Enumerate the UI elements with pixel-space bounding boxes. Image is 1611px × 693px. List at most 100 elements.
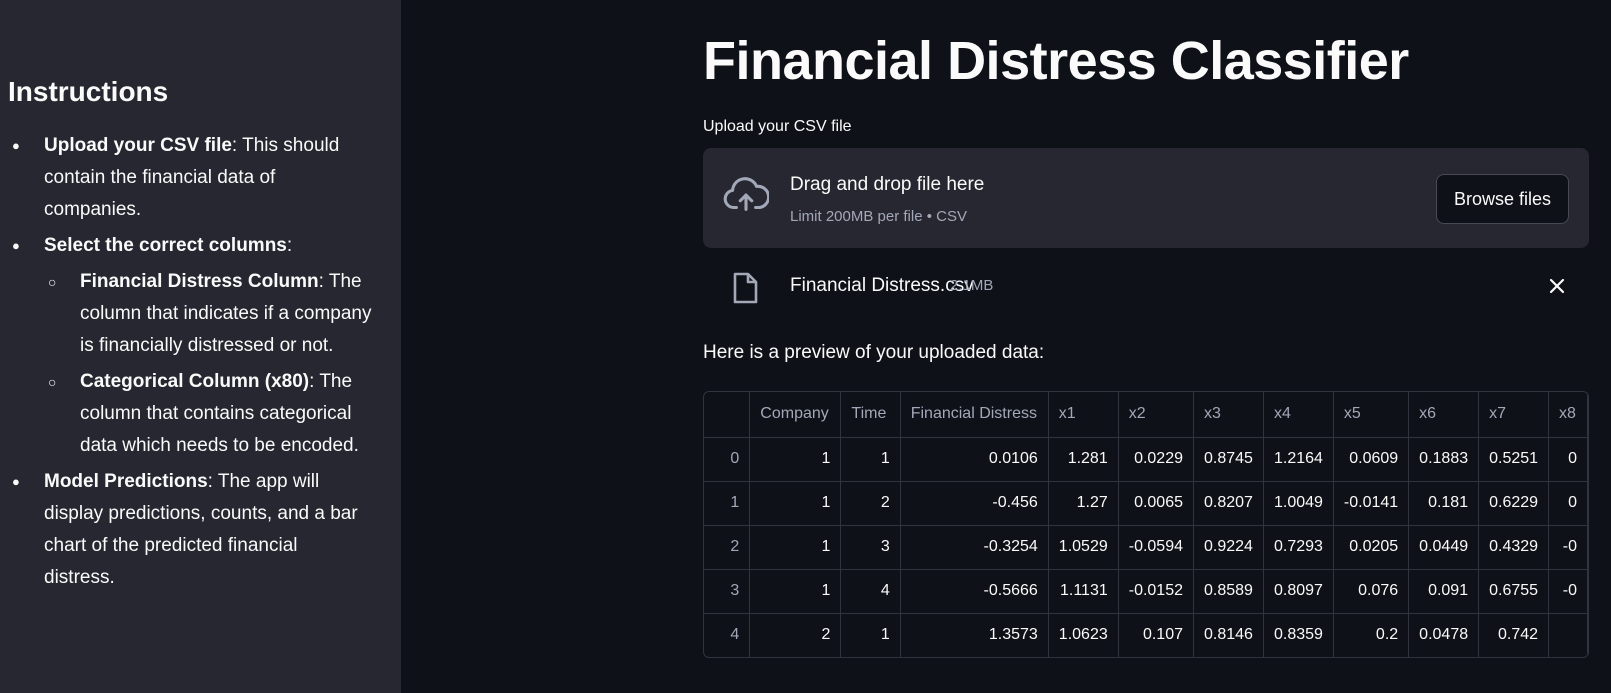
upload-label: Upload your CSV file (703, 118, 852, 135)
file-name: Financial Distress.csv (790, 275, 974, 296)
table-header-cell[interactable]: x1 (1048, 392, 1119, 438)
table-cell[interactable]: 1 (749, 569, 842, 614)
table-cell[interactable]: 0 (1548, 481, 1588, 526)
row-index-cell[interactable]: 3 (704, 569, 751, 614)
table-cell[interactable]: 1.0529 (1048, 525, 1119, 570)
table-cell[interactable]: 2 (749, 613, 842, 657)
table-cell[interactable]: -0 (1548, 569, 1588, 614)
table-cell[interactable]: 1 (840, 613, 901, 657)
data-preview-table[interactable]: Company Time Financial Distress x1 x2 x3 x4 x5 x… (703, 391, 1589, 658)
table-cell[interactable]: 0 (1548, 437, 1588, 482)
table-cell[interactable]: 0.0449 (1408, 525, 1480, 570)
list-item-bold: Select the correct columns (44, 235, 287, 256)
table-header-cell[interactable]: Time (840, 392, 901, 438)
table-header-cell[interactable]: x7 (1478, 392, 1550, 438)
table-cell[interactable]: -0.5666 (900, 569, 1049, 614)
sub-list: Financial Distress Column: The column th… (44, 266, 373, 462)
browse-files-button[interactable]: Browse files (1436, 174, 1569, 224)
table-cell[interactable]: 0.8589 (1193, 569, 1264, 614)
table-header-cell[interactable]: x4 (1263, 392, 1334, 438)
table-cell[interactable]: 0.0229 (1118, 437, 1195, 482)
table-cell[interactable]: 4 (840, 569, 901, 614)
table-cell[interactable]: -0.0594 (1118, 525, 1195, 570)
table-cell[interactable]: 0.4329 (1478, 525, 1550, 570)
table-cell[interactable]: 0.1883 (1408, 437, 1480, 482)
cloud-upload-icon (723, 177, 769, 211)
list-item: Model Predictions: The app will display … (8, 466, 373, 594)
table-cell[interactable]: 3 (840, 525, 901, 570)
table-row: 4 2 1 1.3573 1.0623 0.107 0.8146 0.8359 0.2 0.047… (704, 613, 1588, 657)
table-header-cell[interactable]: Financial Distress (900, 392, 1049, 438)
table-row: 2 1 3 -0.3254 1.0529 -0.0594 0.9224 0.7293 0.020… (704, 525, 1588, 570)
table-header-cell[interactable]: x5 (1333, 392, 1410, 438)
table-cell[interactable]: 0.0106 (900, 437, 1049, 482)
table-cell[interactable]: 0.7293 (1263, 525, 1334, 570)
table-cell[interactable]: 2 (840, 481, 901, 526)
dropzone-text: Drag and drop file here (790, 174, 985, 195)
table-cell[interactable]: 1.0049 (1263, 481, 1334, 526)
table-cell[interactable]: 0.8745 (1193, 437, 1264, 482)
table-cell[interactable]: 1.27 (1048, 481, 1119, 526)
table-cell[interactable]: 0.107 (1118, 613, 1195, 657)
sub-list-item: Categorical Column (x80): The column tha… (44, 366, 373, 462)
sub-item-bold: Financial Distress Column (80, 271, 319, 292)
table-cell[interactable]: 1.0623 (1048, 613, 1119, 657)
table-header-cell[interactable]: x8 (1548, 392, 1588, 438)
table-cell[interactable]: 0.8146 (1193, 613, 1264, 657)
file-dropzone[interactable]: Drag and drop file here Limit 200MB per … (703, 148, 1589, 248)
table-cell[interactable]: -0.3254 (900, 525, 1049, 570)
table-cell[interactable]: -0.456 (900, 481, 1049, 526)
uploaded-file: Financial Distress.csv 2.1MB (703, 268, 1589, 304)
sidebar-title: Instructions (8, 76, 169, 107)
file-icon (733, 272, 758, 304)
table-cell[interactable]: 0.8359 (1263, 613, 1334, 657)
table-cell[interactable]: 0.0478 (1408, 613, 1480, 657)
list-item-text: : (286, 235, 293, 256)
instructions-list: Upload your CSV file: This should contai… (8, 130, 401, 594)
list-item-bold: Model Predictions (44, 471, 208, 492)
table-header-cell[interactable]: x3 (1193, 392, 1264, 438)
table-cell[interactable]: 0.5251 (1478, 437, 1550, 482)
table-cell[interactable]: 1 (840, 437, 901, 482)
table-cell[interactable] (1548, 613, 1588, 657)
table-cell[interactable]: 0.0205 (1333, 525, 1410, 570)
table-cell[interactable]: 1 (749, 481, 842, 526)
sidebar: Instructions Upload your CSV file: This … (0, 0, 401, 693)
table-cell[interactable]: 0.0609 (1333, 437, 1410, 482)
preview-label: Here is a preview of your uploaded data: (703, 342, 1045, 363)
table-cell[interactable]: -0 (1548, 525, 1588, 570)
table-row: 0 1 1 0.0106 1.281 0.0229 0.8745 1.2164 0.0609 0.… (704, 437, 1588, 482)
table-cell[interactable]: 0.0065 (1118, 481, 1195, 526)
row-index-cell[interactable]: 1 (704, 481, 751, 526)
table-header-cell[interactable]: Company (749, 392, 842, 438)
row-index-cell[interactable]: 0 (704, 437, 751, 482)
table-cell[interactable]: 1.2164 (1263, 437, 1334, 482)
table-cell[interactable]: 1 (749, 525, 842, 570)
close-icon[interactable] (1547, 276, 1567, 296)
table-cell[interactable]: 0.091 (1408, 569, 1480, 614)
table-cell[interactable]: 0.8207 (1193, 481, 1264, 526)
table-header-cell[interactable]: x2 (1118, 392, 1195, 438)
list-item: Upload your CSV file: This should contai… (8, 130, 373, 226)
table-header-cell[interactable]: x6 (1408, 392, 1480, 438)
table-cell[interactable]: -0.0141 (1333, 481, 1410, 526)
table-cell[interactable]: 1.1131 (1048, 569, 1119, 614)
sub-item-bold: Categorical Column (x80) (80, 371, 310, 392)
table-cell[interactable]: 0.9224 (1193, 525, 1264, 570)
table-cell[interactable]: -0.0152 (1118, 569, 1195, 614)
table-header-cell[interactable] (704, 392, 751, 438)
table-cell[interactable]: 0.2 (1333, 613, 1410, 657)
table-cell[interactable]: 1 (749, 437, 842, 482)
table-cell[interactable]: 0.076 (1333, 569, 1410, 614)
table-cell[interactable]: 0.181 (1408, 481, 1480, 526)
table-cell[interactable]: 0.8097 (1263, 569, 1334, 614)
page-title: Financial Distress Classifier (703, 31, 1409, 91)
dropzone-limit: Limit 200MB per file • CSV (790, 208, 967, 225)
table-cell[interactable]: 1.281 (1048, 437, 1119, 482)
table-cell[interactable]: 0.6229 (1478, 481, 1550, 526)
table-cell[interactable]: 0.742 (1478, 613, 1550, 657)
table-cell[interactable]: 0.6755 (1478, 569, 1550, 614)
row-index-cell[interactable]: 4 (704, 613, 751, 657)
row-index-cell[interactable]: 2 (704, 525, 751, 570)
table-cell[interactable]: 1.3573 (900, 613, 1049, 657)
